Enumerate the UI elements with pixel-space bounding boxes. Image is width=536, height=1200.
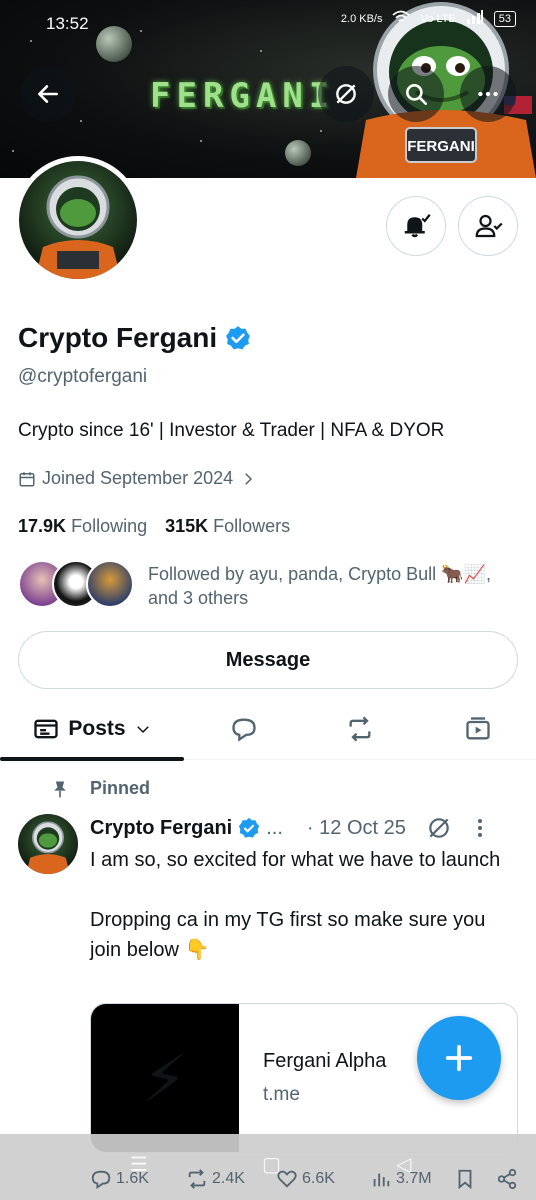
followed-by-text: Followed by ayu, panda, Crypto Bull 🐂📈, … [148, 564, 491, 608]
card-domain: t.me [263, 1084, 300, 1105]
profile-handle: @cryptofergani [18, 366, 148, 387]
media-play-icon [466, 717, 490, 740]
battery-indicator: 53 [493, 10, 516, 27]
post-header: Crypto Fergani ... · 12 Oct 25 [90, 815, 520, 841]
verified-badge-icon[interactable] [225, 325, 251, 351]
message-button[interactable]: Message [18, 631, 518, 689]
calendar-icon [19, 471, 35, 486]
joined-date: Joined September 2024 [42, 468, 234, 488]
profile-avatar[interactable] [14, 156, 142, 284]
joined-date-row[interactable]: Joined September 2024 [18, 468, 257, 489]
system-status-bar: 13:52 2.0 KB/s Vo LTE 53 [0, 0, 536, 46]
profile-bio: Crypto since 16' | Investor & Trader | N… [18, 420, 445, 441]
views-count: 3.7M [396, 1170, 432, 1187]
user-check-icon [475, 214, 503, 238]
chevron-down-icon [136, 726, 149, 734]
pinned-label: Pinned [90, 778, 151, 798]
views-action[interactable]: 3.7M [370, 1168, 432, 1190]
search-button[interactable] [388, 66, 444, 122]
profile-name-row: Crypto Fergani [18, 322, 251, 354]
banner-star [12, 150, 14, 152]
grok-icon[interactable] [426, 815, 452, 841]
repost-icon [349, 716, 371, 742]
post-text: I am so, so excited for what we have to … [90, 849, 501, 961]
back-button[interactable] [20, 66, 76, 122]
plus-icon [445, 1044, 473, 1072]
bookmark-icon [458, 1169, 472, 1190]
network-speed: 2.0 KB/s [340, 12, 383, 25]
tab-posts[interactable]: Posts [0, 698, 184, 761]
following-count: 17.9K [18, 516, 67, 536]
more-dots-icon [478, 91, 498, 97]
followers-stat[interactable]: 315K Followers [165, 516, 290, 537]
reply-bubble-icon [232, 718, 256, 742]
reply-action[interactable]: 1.6K [90, 1168, 149, 1190]
signal-icon [466, 10, 484, 27]
tab-replies[interactable] [214, 698, 274, 760]
card-thumbnail: ⚡ [91, 1004, 239, 1152]
banner-star [200, 140, 202, 142]
profile-tabs: Posts [0, 698, 536, 761]
following-stat[interactable]: 17.9K Following [18, 516, 147, 537]
reply-icon [91, 1170, 111, 1189]
svg-text:FERGANI: FERGANI [407, 138, 475, 155]
banner-star [260, 50, 262, 52]
like-action[interactable]: 6.6K [276, 1168, 335, 1190]
grok-button[interactable] [318, 66, 374, 122]
banner-moon [285, 140, 311, 166]
post-author-name[interactable]: Crypto Fergani [90, 817, 232, 840]
followed-by-row[interactable]: Followed by ayu, panda, Crypto Bull 🐂📈, … [18, 560, 491, 608]
verified-badge-icon [239, 817, 260, 838]
tab-reposts[interactable] [330, 698, 390, 760]
status-icons: 2.0 KB/s Vo LTE 53 [341, 10, 516, 27]
tab-posts-label: Posts [68, 717, 126, 740]
lightning-icon: ⚡ [142, 1042, 188, 1115]
tab-media[interactable] [448, 698, 508, 760]
following-label: Following [71, 516, 148, 536]
arrow-left-icon [38, 85, 58, 103]
pinned-indicator: Pinned [50, 778, 150, 799]
banner-title: FERGANI [150, 76, 336, 116]
reply-count: 1.6K [116, 1170, 149, 1187]
heart-icon [277, 1170, 297, 1188]
bell-check-icon [404, 214, 431, 238]
repost-action[interactable]: 2.4K [186, 1168, 245, 1190]
avatar-image [19, 161, 137, 279]
following-button[interactable] [458, 196, 518, 256]
followers-count: 315K [165, 516, 209, 536]
post-action-bar: ☰ ▢ ◁ 1.6K 2.4K 6.6K 3.7M [0, 1134, 536, 1200]
like-count: 6.6K [302, 1170, 335, 1187]
post-date: · 12 Oct 25 [306, 816, 406, 839]
repost-icon [188, 1169, 206, 1189]
signal-label: Vo LTE [420, 12, 456, 25]
post-author-truncation: ... [266, 816, 283, 839]
share-icon [497, 1168, 517, 1190]
status-time: 13:52 [46, 14, 89, 33]
repost-count: 2.4K [212, 1170, 245, 1187]
followers-label: Followers [213, 516, 291, 536]
follow-stats: 17.9K Following 315K Followers [18, 516, 290, 537]
grok-icon [336, 84, 356, 104]
pin-icon [54, 781, 66, 797]
search-icon [406, 84, 428, 106]
banner-star [80, 120, 82, 122]
more-options-button[interactable] [460, 66, 516, 122]
active-tab-indicator [0, 757, 184, 761]
post-author-avatar[interactable] [18, 814, 78, 874]
notifications-subscribe-button[interactable] [386, 196, 446, 256]
posts-icon [34, 719, 59, 739]
bookmark-action[interactable] [454, 1168, 476, 1190]
wifi-icon [392, 10, 411, 27]
card-title: Fergani Alpha [263, 1050, 387, 1072]
banner-star [320, 130, 322, 132]
follower-avatar [86, 560, 134, 608]
views-bar-chart-icon [373, 1173, 390, 1187]
compose-post-button[interactable] [417, 1016, 501, 1100]
profile-name: Crypto Fergani [18, 322, 218, 353]
share-action[interactable] [496, 1168, 518, 1190]
post-more-icon[interactable] [476, 817, 484, 839]
chevron-right-icon [245, 472, 253, 485]
